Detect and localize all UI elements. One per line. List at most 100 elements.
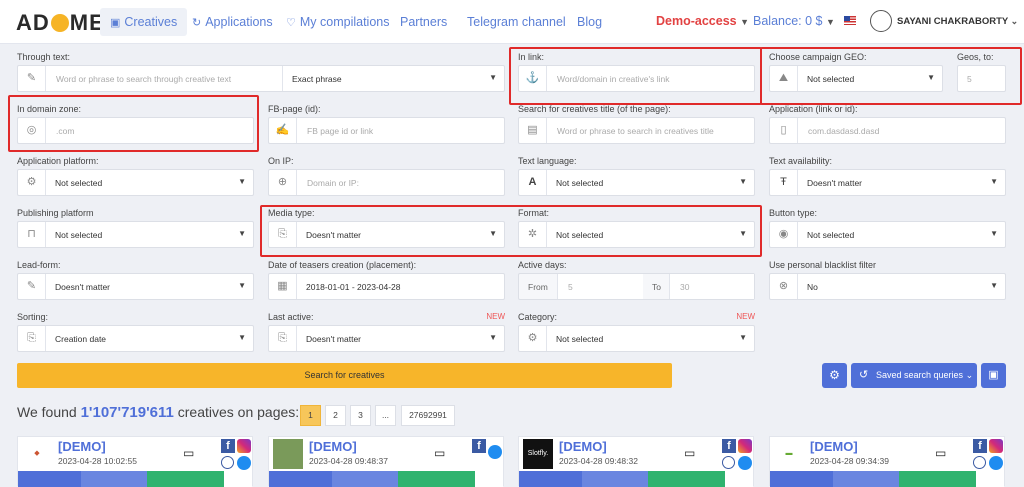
creative-card[interactable]: ◆ [DEMO] 2023-04-28 10:02:55 ▭ f [17,436,253,487]
page-last[interactable]: 27692991 [401,405,455,426]
title-field[interactable]: ▤ Word or phrase to search in creatives … [518,117,755,144]
creative-thumbnail[interactable]: Slotfly. [523,439,553,469]
heart-logo-icon [50,14,69,32]
nav-creatives[interactable]: ▣ Creatives [100,8,188,36]
user-avatar-icon[interactable] [870,10,892,32]
text-language-select[interactable]: A Not selected ▼ [518,169,755,196]
page-1[interactable]: 1 [300,405,321,426]
text-availability-select[interactable]: Ŧ Doesn't matter ▼ [769,169,1006,196]
desktop-icon: ▭ [183,446,195,460]
heart-icon: ♡ [286,17,296,29]
nav-blog[interactable]: Blog [567,8,612,36]
messenger-icon [989,456,1003,470]
creative-thumbnail[interactable]: ◆ [22,439,52,469]
us-flag-icon[interactable] [844,16,856,25]
settings-button[interactable]: ⚙ [822,363,847,388]
category-select[interactable]: ⚙ Not selected ▼ [518,325,755,352]
publishing-platform-select[interactable]: ⊓ Not selected ▼ [17,221,254,248]
nav-compilations[interactable]: ♡ My compilations [276,8,400,36]
sorting-label: Sorting: [17,312,49,322]
button-icon: ◉ [770,222,798,247]
creative-thumbnail[interactable]: ▬ [774,439,804,469]
nav-applications[interactable]: ↻ Applications [182,8,283,36]
creative-card[interactable]: ▬ [DEMO] 2023-04-28 09:34:39 ▭ f [769,436,1005,487]
button-type-select[interactable]: ◉ Not selected ▼ [769,221,1006,248]
creative-title[interactable]: [DEMO] [309,439,357,454]
facebook-icon: f [973,439,987,453]
highlight-domain-zone [8,95,259,152]
user-name: SAYANI CHAKRABORTY [897,16,1009,27]
save-query-button[interactable]: ▣ [981,363,1006,388]
text-availability-value: Doesn't matter [807,178,863,188]
active-days-from-input[interactable]: 5 [557,274,643,299]
nav-label: Partners [400,15,448,29]
chevron-down-icon: ▼ [238,281,246,290]
chevron-down-icon: ▼ [740,17,750,27]
match-mode-value: Exact phrase [292,74,342,84]
teasers-date-label: Date of teasers creation (placement): [268,260,417,270]
saved-queries-label: Saved search queries [876,370,964,380]
user-menu[interactable]: SAYANI CHAKRABORTY ⌄ [897,16,1018,27]
creative-title[interactable]: [DEMO] [559,439,607,454]
bag-icon: ⊓ [18,222,46,247]
through-text-input[interactable]: Word or phrase to search through creativ… [56,74,231,84]
active-days-from-label: From [528,282,548,292]
lead-form-select[interactable]: ✎ Doesn't matter ▼ [17,273,254,300]
nav-partners[interactable]: Partners [390,8,457,36]
highlight-in-link [509,47,762,105]
nav-label: Creatives [124,15,178,29]
page-3[interactable]: 3 [350,405,371,426]
saved-queries-button[interactable]: ↺ Saved search queries ⌄ [851,363,977,388]
nav-telegram[interactable]: Telegram channel [457,8,576,36]
creative-title[interactable]: [DEMO] [810,439,858,454]
search-creatives-button[interactable]: Search for creatives [17,363,672,388]
on-ip-field[interactable]: ⊕ Domain or IP: [268,169,505,196]
chevron-down-icon: ▼ [990,177,998,186]
facebook-icon: f [472,439,486,453]
new-badge: NEW [736,312,755,321]
through-text-field[interactable]: ✎ Word or phrase to search through creat… [17,65,505,92]
creative-thumbnail[interactable] [273,439,303,469]
fb-page-input[interactable]: FB page id or link [307,126,373,136]
audience-icon [973,456,986,469]
nav-label: Applications [205,15,273,29]
demo-access-menu[interactable]: Demo-access ▼ [656,14,749,28]
category-icon: ⚙ [519,326,547,351]
page-2[interactable]: 2 [325,405,346,426]
last-active-label: Last active: NEW [268,312,505,322]
on-ip-input[interactable]: Domain or IP: [307,178,359,188]
messenger-icon [237,456,251,470]
nav-label: My compilations [299,15,390,29]
nav-label: Telegram channel [467,15,566,29]
blacklist-select[interactable]: ⊗ No ▼ [769,273,1006,300]
app-platform-select[interactable]: ⚙ Not selected ▼ [17,169,254,196]
creative-card[interactable]: [DEMO] 2023-04-28 09:48:37 ▭ f [268,436,504,487]
application-field[interactable]: ▯ com.dasdasd.dasd [769,117,1006,144]
last-active-select[interactable]: ⎘ Doesn't matter ▼ [268,325,505,352]
creative-card[interactable]: Slotfly. [DEMO] 2023-04-28 09:48:32 ▭ f [518,436,754,487]
text-strike-icon: Ŧ [770,170,798,195]
category-text: Category: [518,312,558,322]
desktop-icon: ▭ [935,446,947,460]
chevron-down-icon: ▼ [990,229,998,238]
card-action-bar [269,471,503,487]
creative-title[interactable]: [DEMO] [58,439,106,454]
active-days-to-input[interactable]: 30 [669,274,754,299]
lead-form-value: Doesn't matter [55,282,111,292]
messenger-icon [488,445,502,459]
fb-page-field[interactable]: ✍ FB page id or link [268,117,505,144]
sorting-value: Creation date [55,334,107,344]
logo[interactable]: AD ME [16,10,105,36]
card-action-bar [18,471,252,487]
instagram-icon [237,439,251,453]
category-label: Category: NEW [518,312,755,322]
application-input[interactable]: com.dasdasd.dasd [808,126,879,136]
match-mode-select[interactable]: Exact phrase ▼ [282,66,504,91]
active-days-from-value: 5 [568,282,573,292]
sorting-select[interactable]: ⎘ Creation date ▼ [17,325,254,352]
title-input[interactable]: Word or phrase to search in creatives ti… [557,126,714,136]
chevron-down-icon: ▼ [238,177,246,186]
teasers-date-field[interactable]: ▦ 2018-01-01 - 2023-04-28 [268,273,505,300]
creative-date: 2023-04-28 10:02:55 [58,456,137,466]
balance-menu[interactable]: Balance: 0 $ ▼ [753,14,835,28]
